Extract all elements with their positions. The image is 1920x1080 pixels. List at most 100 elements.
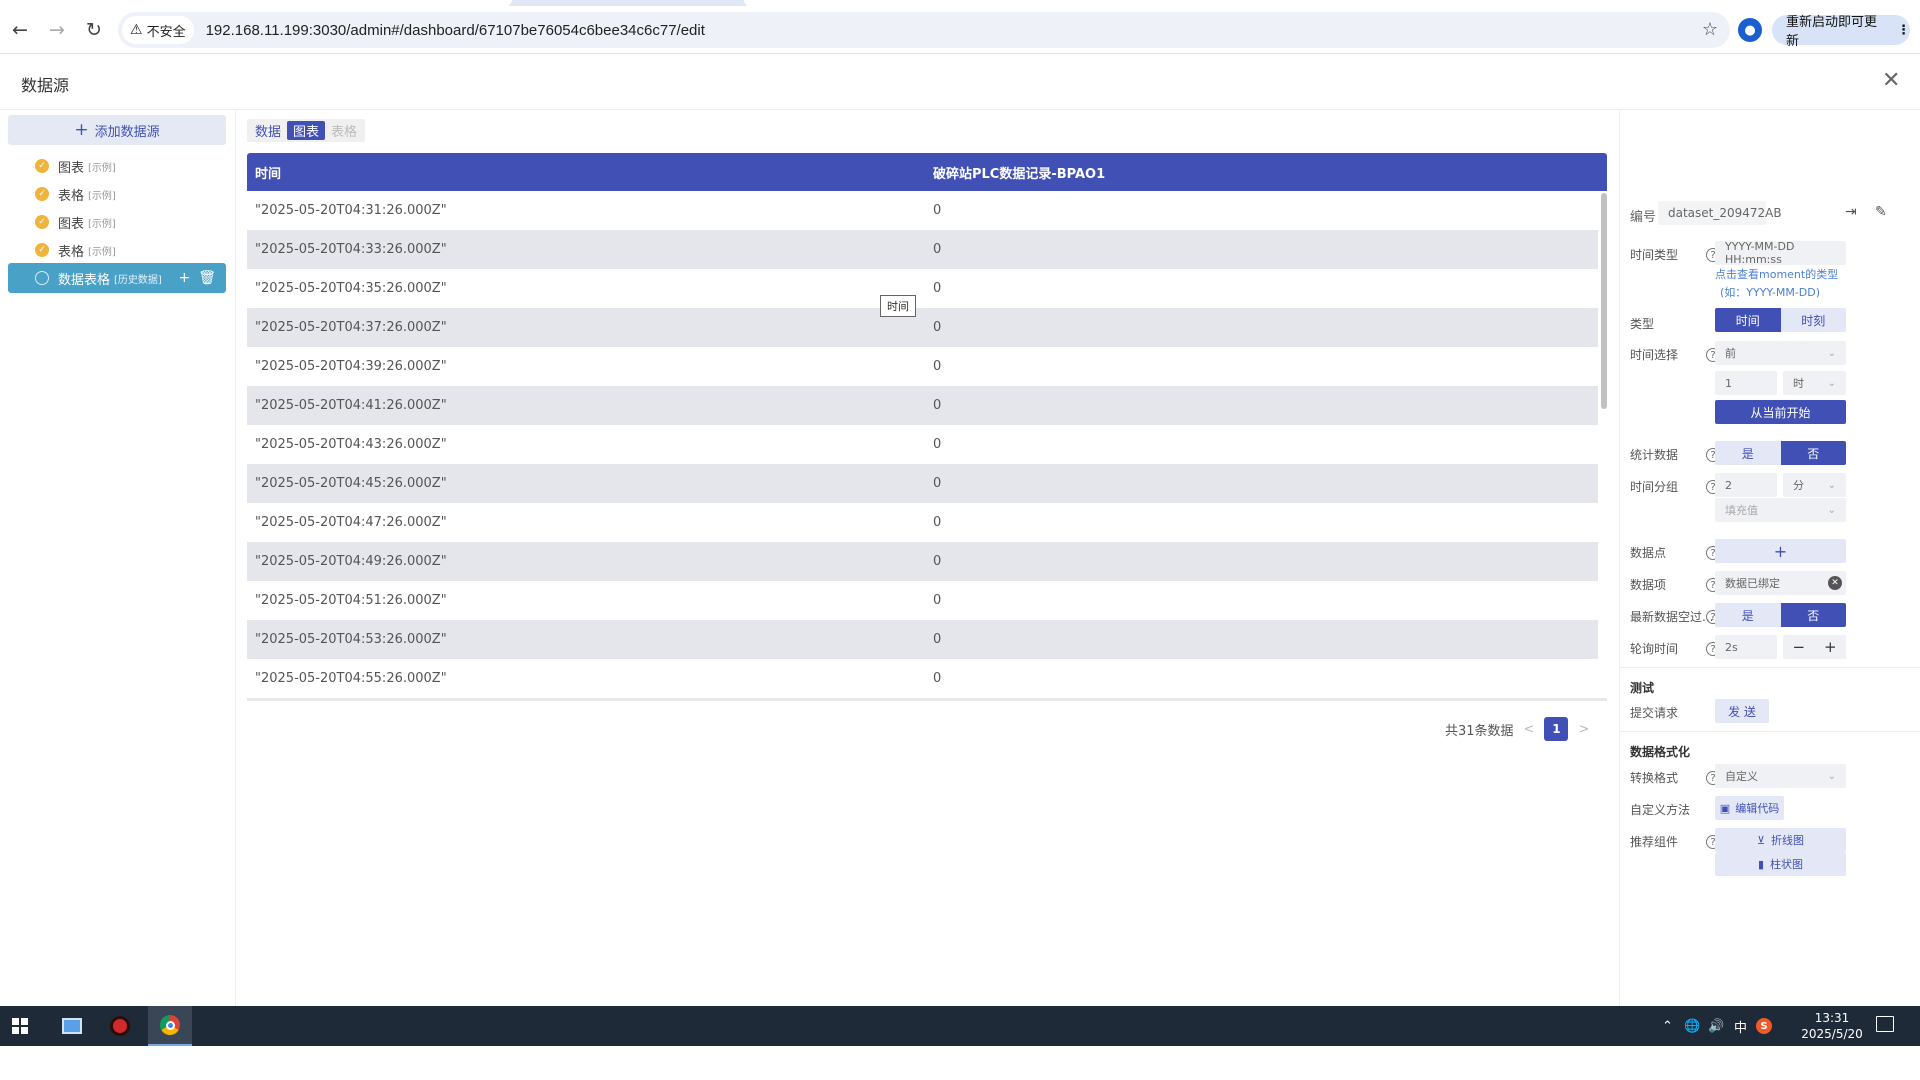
id-field: dataset_209472AB: [1658, 201, 1782, 225]
url-text[interactable]: 192.168.11.199:3030/admin#/dashboard/671…: [206, 22, 705, 39]
datasource-item-active[interactable]: 数据表格 [历史数据] + 🗑: [8, 263, 226, 293]
cell-value: 0: [933, 398, 942, 413]
chevron-down-icon: ⌄: [1827, 770, 1836, 782]
bookmark-star-icon[interactable]: ☆: [1702, 19, 1718, 40]
sogou-icon[interactable]: S: [1756, 1006, 1772, 1046]
from-now-button[interactable]: 从当前开始: [1715, 400, 1846, 424]
group-amount-input[interactable]: 2: [1715, 473, 1777, 497]
stat-toggle: 是 否: [1715, 441, 1846, 465]
column-header-value[interactable]: 破碎站PLC数据记录-BPAO1: [925, 163, 1105, 182]
table-row[interactable]: "2025-05-20T04:47:26.000Z" 0: [247, 503, 1598, 542]
close-icon[interactable]: ✕: [1882, 68, 1900, 93]
forward-icon[interactable]: →: [40, 13, 74, 47]
profile-icon[interactable]: ●: [1738, 18, 1762, 42]
column-header-time[interactable]: 时间: [247, 163, 925, 182]
line-chart-label: 折线图: [1771, 834, 1805, 847]
datasource-item[interactable]: ✓ 图表 [示例]: [8, 207, 226, 237]
loading-icon: [35, 271, 49, 285]
table-row[interactable]: "2025-05-20T04:45:26.000Z" 0: [247, 464, 1598, 503]
type-option-time[interactable]: 时间: [1715, 308, 1781, 332]
red-app-icon[interactable]: [100, 1006, 140, 1046]
tab-chart[interactable]: 图表: [287, 121, 326, 140]
time-amount-input[interactable]: 1: [1715, 371, 1777, 395]
add-point-button[interactable]: +: [1715, 539, 1846, 563]
time-amount-value: 1: [1725, 376, 1732, 390]
moment-example: (如：YYYY-MM-DD): [1720, 286, 1821, 299]
time-select-dropdown[interactable]: 前 ⌄: [1715, 341, 1846, 365]
plus-icon[interactable]: +: [1824, 638, 1837, 656]
cell-time: "2025-05-20T04:55:26.000Z": [255, 671, 447, 686]
network-icon[interactable]: 🌐: [1684, 1006, 1700, 1046]
convert-dropdown[interactable]: 自定义 ⌄: [1715, 764, 1846, 788]
update-label: 重新启动即可更新: [1786, 15, 1878, 49]
import-icon[interactable]: ⇥: [1845, 204, 1857, 220]
type-option-moment[interactable]: 时刻: [1780, 308, 1846, 332]
tray-chevron-up-icon[interactable]: ⌃: [1662, 1006, 1673, 1046]
fill-value-dropdown[interactable]: 填充值 ⌄: [1715, 498, 1846, 522]
point-label: 数据点: [1630, 546, 1667, 560]
next-page-icon[interactable]: >: [1578, 722, 1589, 737]
stat-no[interactable]: 否: [1780, 441, 1846, 465]
page-button[interactable]: 1: [1544, 717, 1569, 741]
bar-chart-button[interactable]: ▮ 柱状图: [1715, 852, 1846, 876]
chrome-icon[interactable]: [148, 1006, 192, 1046]
poll-input[interactable]: 2s: [1715, 635, 1777, 659]
table-row[interactable]: "2025-05-20T04:37:26.000Z" 0: [247, 308, 1598, 347]
vertical-scrollbar[interactable]: [1601, 193, 1607, 409]
computer-app-icon[interactable]: [52, 1006, 92, 1046]
send-label: 发 送: [1728, 704, 1756, 719]
table-row[interactable]: "2025-05-20T04:51:26.000Z" 0: [247, 581, 1598, 620]
ime-indicator[interactable]: 中: [1734, 1006, 1747, 1046]
table-row[interactable]: "2025-05-20T04:41:26.000Z" 0: [247, 386, 1598, 425]
datasource-actions: + 🗑: [178, 270, 216, 286]
notification-icon[interactable]: [1876, 1016, 1894, 1032]
system-clock[interactable]: 13:31 2025/5/20: [1792, 1010, 1872, 1042]
datasource-item[interactable]: ✓ 表格 [示例]: [8, 179, 226, 209]
item-select[interactable]: 数据已绑定 ✕: [1715, 571, 1846, 595]
moment-link[interactable]: 点击查看moment的类型: [1715, 266, 1838, 282]
table-row[interactable]: "2025-05-20T04:49:26.000Z" 0: [247, 542, 1598, 581]
tab-table[interactable]: 表格: [325, 121, 363, 140]
update-button[interactable]: 重新启动即可更新 ⋮: [1772, 15, 1910, 49]
tab-data[interactable]: 数据: [249, 121, 287, 140]
latest-no[interactable]: 否: [1780, 603, 1846, 627]
back-icon[interactable]: ←: [3, 13, 37, 47]
chevron-down-icon: ⌄: [1827, 347, 1836, 359]
prev-page-icon[interactable]: <: [1524, 722, 1535, 737]
send-button[interactable]: 发 送: [1715, 699, 1769, 723]
table-row[interactable]: "2025-05-20T04:35:26.000Z" 0: [247, 269, 1598, 308]
edit-code-button[interactable]: ▣ 编辑代码: [1715, 796, 1784, 820]
security-chip[interactable]: ⚠ 不安全: [122, 16, 194, 44]
export-icon[interactable]: ✎: [1875, 204, 1887, 220]
plus-icon: +: [74, 120, 89, 140]
cell-time: "2025-05-20T04:41:26.000Z": [255, 398, 447, 413]
group-unit-dropdown[interactable]: 分 ⌄: [1783, 473, 1846, 497]
stat-yes[interactable]: 是: [1715, 441, 1781, 465]
add-datasource-button[interactable]: + 添加数据源: [8, 115, 226, 145]
address-bar[interactable]: ⚠ 不安全 192.168.11.199:3030/admin#/dashboa…: [118, 12, 1730, 48]
latest-yes[interactable]: 是: [1715, 603, 1781, 627]
reload-icon[interactable]: ↻: [77, 13, 111, 47]
cell-value: 0: [933, 632, 942, 647]
time-type-input[interactable]: YYYY-MM-DD HH:mm:ss: [1715, 240, 1846, 266]
cell-value: 0: [933, 359, 942, 374]
table-row[interactable]: "2025-05-20T04:53:26.000Z" 0: [247, 620, 1598, 659]
datasource-item[interactable]: ✓ 表格 [示例]: [8, 235, 226, 265]
clear-icon[interactable]: ✕: [1828, 576, 1842, 590]
volume-icon[interactable]: 🔊: [1708, 1006, 1724, 1046]
minus-icon[interactable]: −: [1792, 638, 1805, 656]
trash-icon[interactable]: 🗑: [198, 270, 216, 286]
windows-start-icon[interactable]: [12, 1018, 28, 1034]
datasource-item[interactable]: ✓ 图表 [示例]: [8, 151, 226, 181]
table-row[interactable]: "2025-05-20T04:43:26.000Z" 0: [247, 425, 1598, 464]
table-row[interactable]: "2025-05-20T04:55:26.000Z" 0: [247, 659, 1598, 698]
table-row[interactable]: "2025-05-20T04:39:26.000Z" 0: [247, 347, 1598, 386]
table-row[interactable]: "2025-05-20T04:33:26.000Z" 0: [247, 230, 1598, 269]
add-icon[interactable]: +: [178, 270, 190, 286]
time-unit-dropdown[interactable]: 时 ⌄: [1783, 371, 1846, 395]
datasource-item-tag: [历史数据]: [114, 274, 162, 286]
datasource-item-tag: [示例]: [88, 246, 116, 258]
line-chart-button[interactable]: ⊻ 折线图: [1715, 828, 1846, 852]
table-row[interactable]: "2025-05-20T04:31:26.000Z" 0: [247, 191, 1598, 230]
id-value: dataset_209472AB: [1668, 206, 1782, 220]
